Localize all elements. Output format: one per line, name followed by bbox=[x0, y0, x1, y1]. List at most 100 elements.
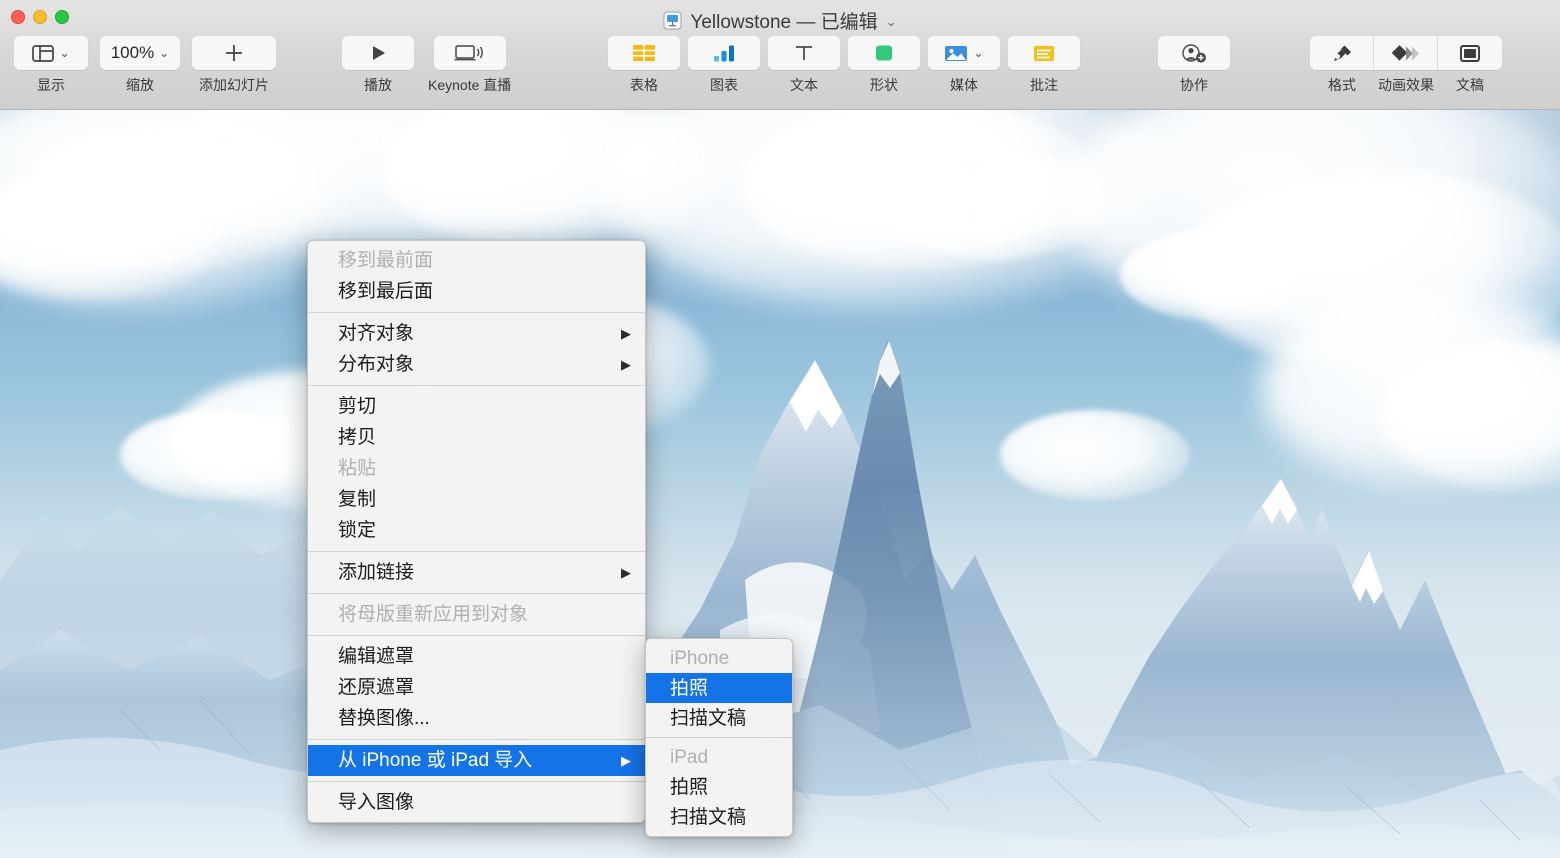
document-title[interactable]: Yellowstone — 已编辑 ⌄ bbox=[0, 7, 1560, 33]
context-menu-item-label: 移到最前面 bbox=[338, 251, 631, 270]
format-brush-icon bbox=[1330, 43, 1354, 64]
toolbar-play-group: 播放 Keynote 直播 bbox=[342, 36, 511, 95]
play-icon bbox=[368, 43, 388, 63]
format-button[interactable] bbox=[1310, 36, 1374, 70]
toolbar-label-zoom: 缩放 bbox=[126, 75, 154, 95]
context-menu-item-label: 从 iPhone 或 iPad 导入 bbox=[338, 751, 609, 770]
toolbar-button-media[interactable]: ⌄ 媒体 bbox=[928, 36, 1000, 95]
submenu-item-label: 拍照 bbox=[670, 778, 782, 797]
toolbar-button-text[interactable]: 文本 bbox=[768, 36, 840, 95]
context-menu-item[interactable]: 复制 bbox=[308, 484, 645, 515]
context-menu-item[interactable]: 替换图像... bbox=[308, 703, 645, 734]
toolbar-collaborate-group: 协作 bbox=[1158, 36, 1230, 95]
slide-canvas[interactable]: 移到最前面移到最后面对齐对象 ▶ 分布对象 ▶ 剪切拷贝粘贴复制锁定添加链接▶ 将母版重新… bbox=[0, 110, 1560, 858]
menu-separator bbox=[308, 781, 645, 782]
submenu-item[interactable]: 拍照 bbox=[646, 772, 792, 802]
toolbar-button-add-slide[interactable]: 添加幻灯片 bbox=[192, 36, 276, 95]
media-button[interactable]: ⌄ bbox=[928, 36, 1000, 70]
play-button[interactable] bbox=[342, 36, 414, 70]
chevron-down-icon[interactable]: ⌄ bbox=[886, 15, 897, 28]
submenu-item[interactable]: 扫描文稿 bbox=[646, 802, 792, 832]
zoom-button[interactable]: 100% ⌄ bbox=[100, 36, 180, 70]
submenu-arrow-icon: ▶ bbox=[621, 327, 631, 340]
menu-separator bbox=[308, 312, 645, 313]
shape-icon bbox=[873, 43, 895, 63]
context-menu-item-label: 导入图像 bbox=[338, 793, 631, 812]
text-button[interactable] bbox=[768, 36, 840, 70]
comment-button[interactable] bbox=[1008, 36, 1080, 70]
document-button[interactable] bbox=[1438, 36, 1502, 70]
context-menu-item[interactable]: 剪切 bbox=[308, 391, 645, 422]
menu-separator bbox=[308, 385, 645, 386]
add-person-icon bbox=[1181, 43, 1207, 64]
context-menu-item[interactable]: 编辑遮罩 bbox=[308, 641, 645, 672]
table-button[interactable] bbox=[608, 36, 680, 70]
toolbar-button-view[interactable]: ⌄ 显示 bbox=[14, 36, 88, 95]
context-menu-item[interactable]: 拷贝 bbox=[308, 422, 645, 453]
toolbar-button-chart[interactable]: 图表 bbox=[688, 36, 760, 95]
context-menu-item-label: 分布对象 bbox=[338, 355, 609, 374]
context-menu-item[interactable]: 添加链接▶ bbox=[308, 557, 645, 588]
menu-separator bbox=[308, 739, 645, 740]
menu-separator bbox=[308, 635, 645, 636]
context-menu-item-label: 粘贴 bbox=[338, 459, 631, 478]
keynote-live-icon bbox=[454, 43, 486, 63]
media-icon bbox=[944, 44, 968, 63]
submenu-item-label: 拍照 bbox=[670, 679, 782, 698]
context-menu-item-label: 锁定 bbox=[338, 521, 631, 540]
menu-separator bbox=[308, 593, 645, 594]
context-menu-item[interactable]: 锁定 bbox=[308, 515, 645, 546]
chart-button[interactable] bbox=[688, 36, 760, 70]
context-menu-item: 将母版重新应用到对象 bbox=[308, 599, 645, 630]
context-menu-item[interactable]: 导入图像 bbox=[308, 787, 645, 818]
context-menu-item[interactable]: 移到最后面 bbox=[308, 276, 645, 307]
collaborate-button[interactable] bbox=[1158, 36, 1230, 70]
context-menu-item[interactable]: 对齐对象 ▶ bbox=[308, 318, 645, 349]
context-menu-item[interactable]: 从 iPhone 或 iPad 导入▶ bbox=[308, 745, 645, 776]
inspector-segment-labels: 格式 动画效果 文稿 bbox=[1310, 70, 1502, 95]
submenu-item-label: 扫描文稿 bbox=[670, 709, 782, 728]
toolbar-label-add-slide: 添加幻灯片 bbox=[199, 75, 269, 95]
keynote-live-button[interactable] bbox=[434, 36, 506, 70]
chevron-down-icon[interactable]: ⌄ bbox=[159, 47, 169, 59]
submenu-item: iPhone bbox=[646, 643, 792, 673]
view-button[interactable]: ⌄ bbox=[14, 36, 88, 70]
context-menu-item-label: 移到最后面 bbox=[338, 282, 631, 301]
submenu-arrow-icon: ▶ bbox=[621, 358, 631, 371]
shape-button[interactable] bbox=[848, 36, 920, 70]
context-menu-item-label: 添加链接 bbox=[338, 563, 609, 582]
toolbar-label-animate: 动画效果 bbox=[1374, 75, 1438, 95]
toolbar-button-keynote-live[interactable]: Keynote 直播 bbox=[428, 36, 511, 95]
submenu-item-label: 扫描文稿 bbox=[670, 808, 782, 827]
toolbar-button-comment[interactable]: 批注 bbox=[1008, 36, 1080, 95]
context-menu-item: 粘贴 bbox=[308, 453, 645, 484]
zoom-level-value: 100% bbox=[111, 43, 154, 63]
animate-button[interactable] bbox=[1374, 36, 1438, 70]
context-menu[interactable]: 移到最前面移到最后面对齐对象 ▶ 分布对象 ▶ 剪切拷贝粘贴复制锁定添加链接▶ 将母版重新… bbox=[307, 240, 646, 823]
context-menu-item[interactable]: 还原遮罩 bbox=[308, 672, 645, 703]
toolbar-button-zoom[interactable]: 100% ⌄ 缩放 bbox=[100, 36, 180, 95]
toolbar-label-format: 格式 bbox=[1310, 75, 1374, 95]
toolbar-button-shape[interactable]: 形状 bbox=[848, 36, 920, 95]
text-icon bbox=[793, 43, 815, 63]
add-slide-button[interactable] bbox=[192, 36, 276, 70]
toolbar: Yellowstone — 已编辑 ⌄ ⌄ 显示 bbox=[0, 0, 1560, 110]
context-menu-item-label: 替换图像... bbox=[338, 709, 631, 728]
toolbar-insert-group: 表格 图表 bbox=[608, 36, 1080, 95]
toolbar-label-table: 表格 bbox=[630, 75, 658, 95]
context-menu-item-label: 对齐对象 bbox=[338, 324, 609, 343]
chevron-down-icon[interactable]: ⌄ bbox=[973, 47, 983, 59]
import-submenu[interactable]: iPhone拍照扫描文稿iPad拍照扫描文稿 bbox=[645, 638, 793, 837]
submenu-item[interactable]: 扫描文稿 bbox=[646, 703, 792, 733]
toolbar-button-play[interactable]: 播放 bbox=[342, 36, 414, 95]
toolbar-label-view: 显示 bbox=[37, 75, 65, 95]
toolbar-label-comment: 批注 bbox=[1030, 75, 1058, 95]
inspector-segmented-control[interactable] bbox=[1310, 36, 1502, 70]
chevron-down-icon[interactable]: ⌄ bbox=[59, 47, 69, 59]
keynote-window: Yellowstone — 已编辑 ⌄ ⌄ 显示 bbox=[0, 0, 1560, 858]
context-menu-item[interactable]: 分布对象 ▶ bbox=[308, 349, 645, 380]
toolbar-right-group: 格式 动画效果 文稿 bbox=[1310, 36, 1502, 95]
toolbar-button-collaborate[interactable]: 协作 bbox=[1158, 36, 1230, 95]
submenu-item[interactable]: 拍照 bbox=[646, 673, 792, 703]
toolbar-button-table[interactable]: 表格 bbox=[608, 36, 680, 95]
